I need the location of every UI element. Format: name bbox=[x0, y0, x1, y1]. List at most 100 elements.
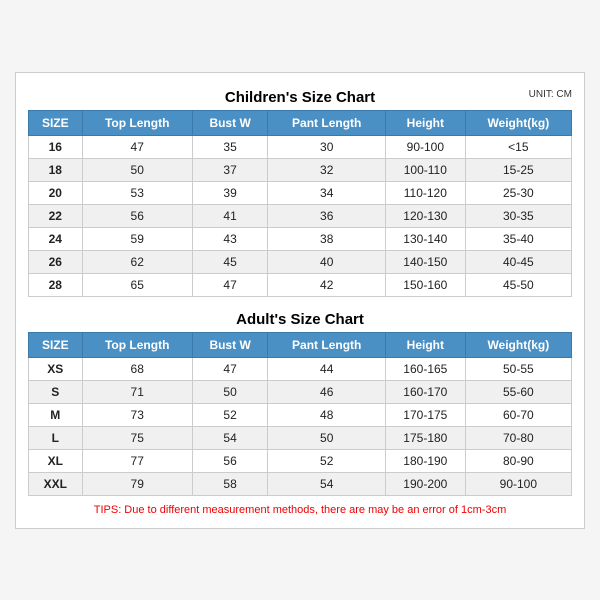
table-cell: 52 bbox=[268, 449, 386, 472]
adults-col-top-length: Top Length bbox=[82, 332, 192, 357]
table-row: 20533934110-12025-30 bbox=[29, 181, 572, 204]
table-cell: 175-180 bbox=[386, 426, 466, 449]
children-col-top-length: Top Length bbox=[82, 110, 192, 135]
table-cell: 50 bbox=[268, 426, 386, 449]
table-cell: 140-150 bbox=[386, 250, 466, 273]
table-cell: 36 bbox=[268, 204, 386, 227]
table-cell: 73 bbox=[82, 403, 192, 426]
table-cell: 56 bbox=[192, 449, 268, 472]
table-cell: 18 bbox=[29, 158, 83, 181]
children-col-weight: Weight(kg) bbox=[465, 110, 571, 135]
table-cell: 24 bbox=[29, 227, 83, 250]
table-cell: 180-190 bbox=[386, 449, 466, 472]
adults-col-size: SIZE bbox=[29, 332, 83, 357]
tips-text: TIPS: Due to different measurement metho… bbox=[28, 504, 572, 516]
table-row: M735248170-17560-70 bbox=[29, 403, 572, 426]
table-cell: 47 bbox=[192, 273, 268, 296]
table-cell: 71 bbox=[82, 380, 192, 403]
children-col-pant-length: Pant Length bbox=[268, 110, 386, 135]
children-header-row: SIZE Top Length Bust W Pant Length Heigh… bbox=[29, 110, 572, 135]
table-cell: 90-100 bbox=[465, 472, 571, 495]
table-cell: 44 bbox=[268, 357, 386, 380]
table-cell: XS bbox=[29, 357, 83, 380]
table-cell: S bbox=[29, 380, 83, 403]
table-cell: 79 bbox=[82, 472, 192, 495]
unit-label: UNIT: CM bbox=[529, 89, 572, 100]
table-cell: 50 bbox=[192, 380, 268, 403]
table-cell: 45 bbox=[192, 250, 268, 273]
table-cell: 110-120 bbox=[386, 181, 466, 204]
table-cell: 58 bbox=[192, 472, 268, 495]
table-cell: 47 bbox=[192, 357, 268, 380]
table-cell: 37 bbox=[192, 158, 268, 181]
table-row: 1647353090-100<15 bbox=[29, 135, 572, 158]
table-cell: 100-110 bbox=[386, 158, 466, 181]
table-cell: <15 bbox=[465, 135, 571, 158]
table-row: 24594338130-14035-40 bbox=[29, 227, 572, 250]
table-cell: 53 bbox=[82, 181, 192, 204]
table-row: L755450175-18070-80 bbox=[29, 426, 572, 449]
table-cell: 38 bbox=[268, 227, 386, 250]
table-cell: 40 bbox=[268, 250, 386, 273]
table-cell: 48 bbox=[268, 403, 386, 426]
table-cell: 54 bbox=[192, 426, 268, 449]
table-cell: 60-70 bbox=[465, 403, 571, 426]
adults-header-row: SIZE Top Length Bust W Pant Length Heigh… bbox=[29, 332, 572, 357]
table-cell: 35 bbox=[192, 135, 268, 158]
adults-col-bust: Bust W bbox=[192, 332, 268, 357]
table-cell: 16 bbox=[29, 135, 83, 158]
children-table: SIZE Top Length Bust W Pant Length Heigh… bbox=[28, 110, 572, 297]
table-cell: 47 bbox=[82, 135, 192, 158]
table-row: XXL795854190-20090-100 bbox=[29, 472, 572, 495]
table-cell: 190-200 bbox=[386, 472, 466, 495]
table-cell: 40-45 bbox=[465, 250, 571, 273]
table-cell: 30 bbox=[268, 135, 386, 158]
adults-col-weight: Weight(kg) bbox=[465, 332, 571, 357]
table-row: 18503732100-11015-25 bbox=[29, 158, 572, 181]
table-cell: 77 bbox=[82, 449, 192, 472]
table-cell: 120-130 bbox=[386, 204, 466, 227]
table-cell: 41 bbox=[192, 204, 268, 227]
table-row: 26624540140-15040-45 bbox=[29, 250, 572, 273]
table-cell: 75 bbox=[82, 426, 192, 449]
table-cell: 130-140 bbox=[386, 227, 466, 250]
table-cell: 59 bbox=[82, 227, 192, 250]
table-cell: 150-160 bbox=[386, 273, 466, 296]
table-cell: L bbox=[29, 426, 83, 449]
children-col-size: SIZE bbox=[29, 110, 83, 135]
table-cell: 52 bbox=[192, 403, 268, 426]
table-cell: 65 bbox=[82, 273, 192, 296]
table-cell: 90-100 bbox=[386, 135, 466, 158]
table-cell: 160-170 bbox=[386, 380, 466, 403]
table-row: XL775652180-19080-90 bbox=[29, 449, 572, 472]
table-cell: 39 bbox=[192, 181, 268, 204]
adults-col-pant-length: Pant Length bbox=[268, 332, 386, 357]
table-cell: 46 bbox=[268, 380, 386, 403]
table-cell: 170-175 bbox=[386, 403, 466, 426]
table-cell: 80-90 bbox=[465, 449, 571, 472]
table-cell: 26 bbox=[29, 250, 83, 273]
adults-title: Adult's Size Chart bbox=[28, 305, 572, 332]
table-cell: 50-55 bbox=[465, 357, 571, 380]
table-cell: 25-30 bbox=[465, 181, 571, 204]
table-cell: 35-40 bbox=[465, 227, 571, 250]
adults-col-height: Height bbox=[386, 332, 466, 357]
table-cell: 28 bbox=[29, 273, 83, 296]
table-cell: XXL bbox=[29, 472, 83, 495]
table-cell: 15-25 bbox=[465, 158, 571, 181]
table-cell: 68 bbox=[82, 357, 192, 380]
table-cell: 50 bbox=[82, 158, 192, 181]
table-row: 28654742150-16045-50 bbox=[29, 273, 572, 296]
table-cell: 56 bbox=[82, 204, 192, 227]
table-row: XS684744160-16550-55 bbox=[29, 357, 572, 380]
adults-table: SIZE Top Length Bust W Pant Length Heigh… bbox=[28, 332, 572, 496]
size-chart-container: Children's Size Chart UNIT: CM SIZE Top … bbox=[15, 72, 585, 529]
table-cell: 70-80 bbox=[465, 426, 571, 449]
table-cell: 54 bbox=[268, 472, 386, 495]
table-cell: M bbox=[29, 403, 83, 426]
children-col-bust: Bust W bbox=[192, 110, 268, 135]
children-col-height: Height bbox=[386, 110, 466, 135]
table-cell: 20 bbox=[29, 181, 83, 204]
table-cell: 160-165 bbox=[386, 357, 466, 380]
table-cell: 62 bbox=[82, 250, 192, 273]
